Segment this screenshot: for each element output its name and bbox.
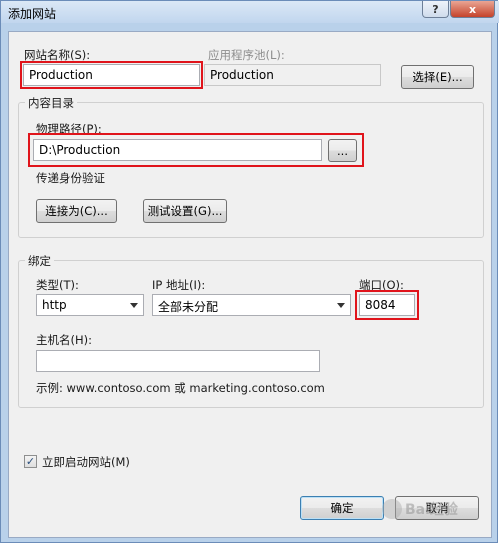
app-pool-field: Production <box>204 64 381 86</box>
ip-address-select[interactable]: 全部未分配 <box>152 294 351 316</box>
title-bar[interactable]: 添加网站 ? x <box>1 1 499 23</box>
app-pool-value: Production <box>210 68 274 82</box>
help-button[interactable]: ? <box>422 1 449 18</box>
binding-example-text: 示例: www.contoso.com 或 marketing.contoso.… <box>36 381 325 395</box>
dialog-client-area: 网站名称(S): Production 应用程序池(L): Production… <box>8 31 492 538</box>
close-button[interactable]: x <box>450 1 495 18</box>
select-app-pool-button[interactable]: 选择(E)... <box>401 65 474 89</box>
app-pool-label: 应用程序池(L): <box>208 48 285 62</box>
dialog-window: 添加网站 ? x 网站名称(S): Production 应用程序池(L): P… <box>0 0 499 543</box>
window-title: 添加网站 <box>8 7 57 21</box>
binding-type-value: http <box>42 298 67 312</box>
checkmark-icon: ✓ <box>25 455 36 468</box>
connect-as-label: 连接为(C)... <box>45 204 108 218</box>
physical-path-highlight <box>28 133 364 167</box>
start-immediately-checkbox[interactable]: ✓ <box>24 455 37 468</box>
connect-as-button[interactable]: 连接为(C)... <box>36 199 117 223</box>
test-settings-button[interactable]: 测试设置(G)... <box>143 199 227 223</box>
binding-title: 绑定 <box>25 253 54 269</box>
chevron-down-icon <box>337 303 345 308</box>
watermark-text: Bai经验 <box>405 502 458 518</box>
host-name-input[interactable] <box>36 350 320 372</box>
paw-logo-icon <box>382 499 402 519</box>
chevron-down-icon <box>130 303 138 308</box>
host-name-label: 主机名(H): <box>36 333 92 347</box>
close-icon: x <box>468 2 477 16</box>
ip-address-value: 全部未分配 <box>158 300 219 314</box>
help-icon: ? <box>432 2 439 16</box>
test-settings-label: 测试设置(G)... <box>147 204 223 218</box>
start-immediately-label: 立即启动网站(M) <box>42 455 130 469</box>
select-app-pool-label: 选择(E)... <box>412 70 463 84</box>
content-directory-title: 内容目录 <box>25 95 77 111</box>
ip-address-label: IP 地址(I): <box>152 278 206 292</box>
ok-label: 确定 <box>330 501 354 515</box>
watermark: Bai经验 <box>382 494 482 524</box>
passthrough-auth-label: 传递身份验证 <box>36 171 105 185</box>
site-name-highlight <box>20 61 203 89</box>
port-highlight <box>355 290 419 320</box>
binding-type-select[interactable]: http <box>36 294 144 316</box>
binding-type-label: 类型(T): <box>36 278 79 292</box>
ok-button[interactable]: 确定 <box>300 496 384 520</box>
